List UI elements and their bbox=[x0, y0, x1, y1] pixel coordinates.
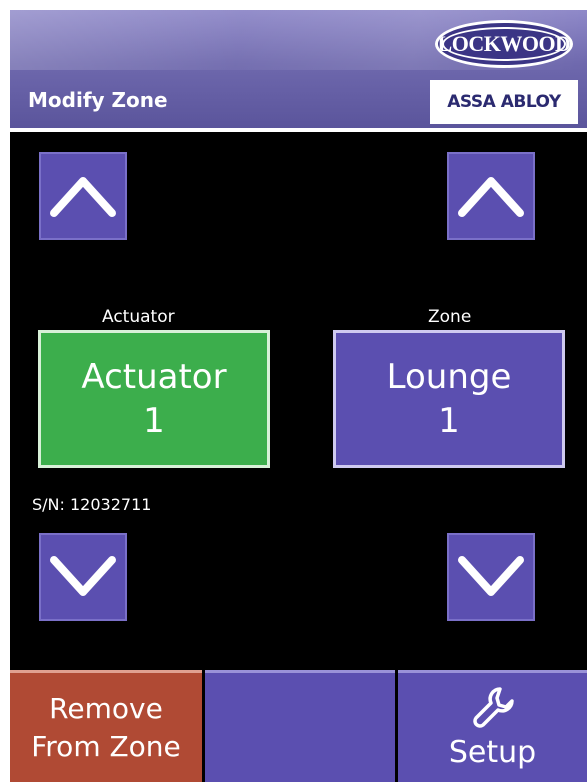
serial-number: S/N: 12032711 bbox=[32, 495, 152, 514]
header-bar: Modify Zone LOCKWOOD ASSA ABLOY bbox=[10, 10, 587, 130]
actuator-down-button[interactable] bbox=[39, 533, 127, 621]
chevron-down-icon bbox=[50, 556, 116, 596]
zone-down-button[interactable] bbox=[447, 533, 535, 621]
chevron-down-icon bbox=[458, 556, 524, 596]
setup-button[interactable]: Setup bbox=[398, 670, 587, 782]
remove-label-line1: Remove bbox=[49, 691, 163, 725]
zone-value-number: 1 bbox=[438, 401, 460, 441]
blank-button[interactable] bbox=[205, 670, 395, 782]
header-divider bbox=[10, 128, 587, 132]
actuator-up-button[interactable] bbox=[39, 152, 127, 240]
chevron-up-icon bbox=[458, 177, 524, 217]
remove-from-zone-button[interactable]: Remove From Zone bbox=[10, 670, 202, 782]
page-title: Modify Zone bbox=[28, 88, 168, 112]
zone-value-name: Lounge bbox=[386, 357, 512, 397]
remove-label-line2: From Zone bbox=[31, 729, 181, 763]
zone-selector[interactable]: Lounge 1 bbox=[333, 330, 565, 468]
actuator-value-number: 1 bbox=[143, 401, 165, 441]
actuator-label: Actuator bbox=[102, 307, 175, 327]
screen: Modify Zone LOCKWOOD ASSA ABLOY Actuator… bbox=[10, 10, 587, 782]
brand-logo: LOCKWOOD bbox=[435, 20, 573, 68]
zone-label: Zone bbox=[428, 307, 472, 327]
actuator-value-name: Actuator bbox=[81, 357, 227, 397]
logo-subtitle: ASSA ABLOY bbox=[430, 80, 578, 124]
chevron-up-icon bbox=[50, 177, 116, 217]
setup-label: Setup bbox=[448, 735, 537, 770]
wrench-icon bbox=[472, 687, 514, 728]
zone-up-button[interactable] bbox=[447, 152, 535, 240]
actuator-selector[interactable]: Actuator 1 bbox=[38, 330, 270, 468]
logo-text: LOCKWOOD bbox=[437, 31, 571, 56]
